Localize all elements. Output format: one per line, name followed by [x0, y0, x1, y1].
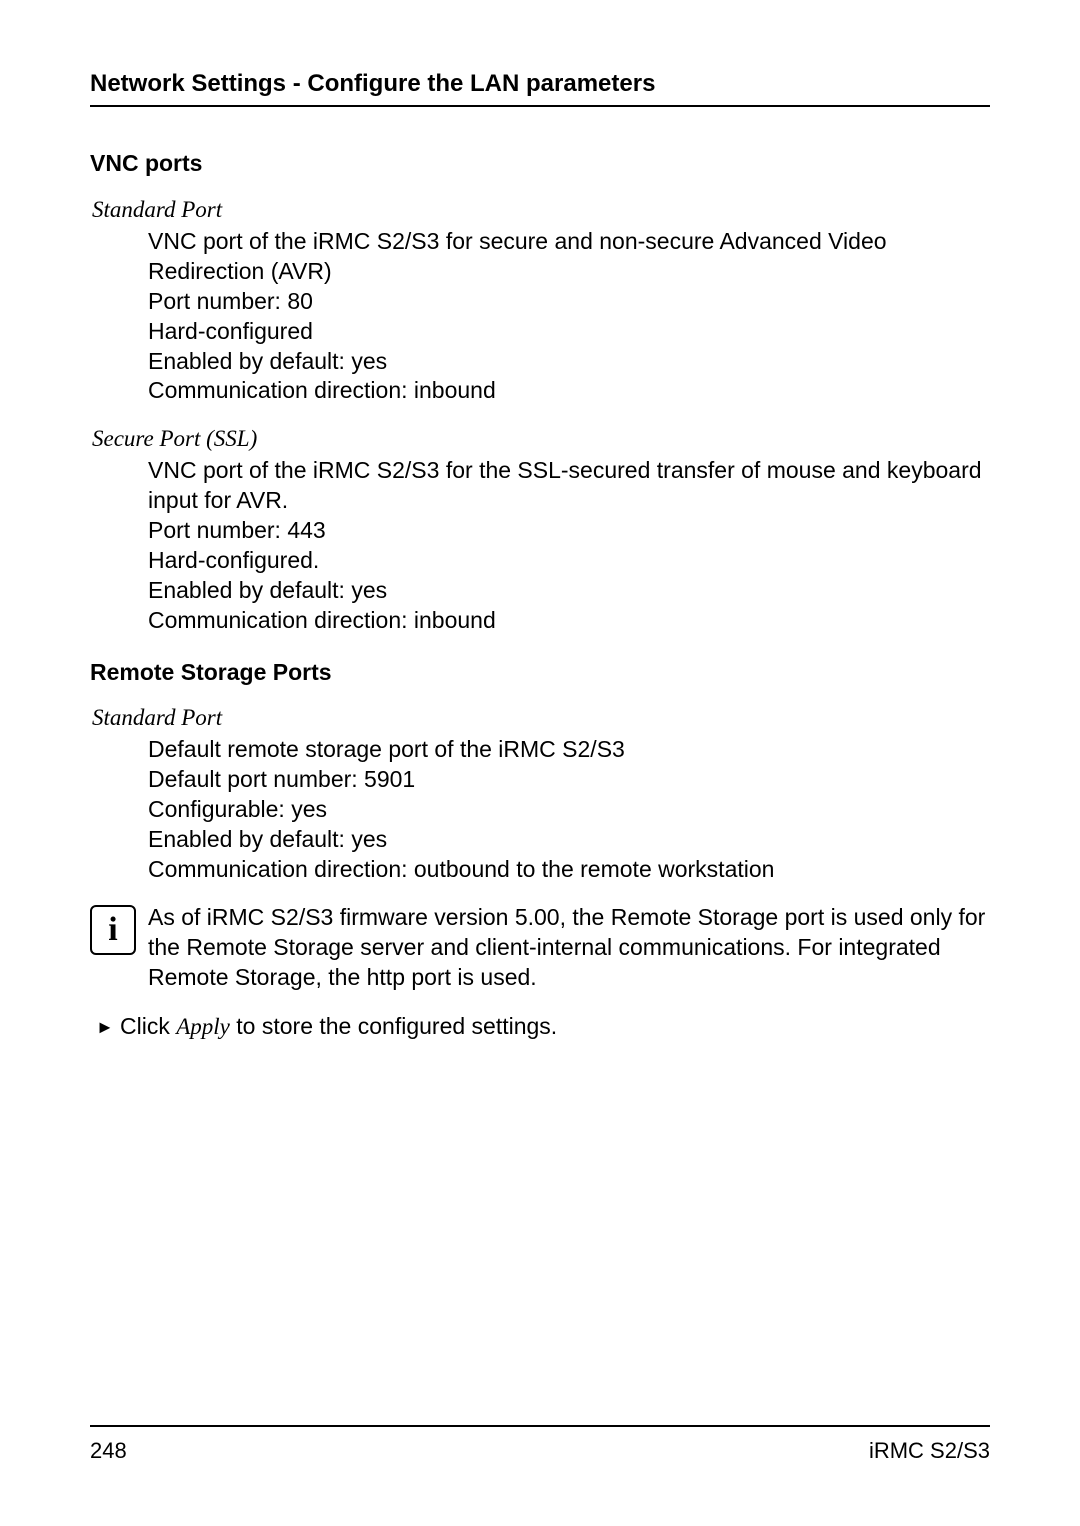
vnc-secure-line5: Communication direction: inbound — [148, 606, 990, 636]
def-vnc-standard: VNC port of the iRMC S2/S3 for secure an… — [148, 227, 990, 406]
remote-standard-line3: Configurable: yes — [148, 795, 990, 825]
remote-standard-line4: Enabled by default: yes — [148, 825, 990, 855]
def-vnc-secure: VNC port of the iRMC S2/S3 for the SSL-s… — [148, 456, 990, 635]
vnc-standard-line1: VNC port of the iRMC S2/S3 for secure an… — [148, 227, 990, 287]
info-note-text: As of iRMC S2/S3 firmware version 5.00, … — [148, 903, 990, 993]
info-note: i As of iRMC S2/S3 firmware version 5.00… — [90, 903, 990, 993]
section-title-remote: Remote Storage Ports — [90, 658, 990, 688]
vnc-secure-line3: Hard-configured. — [148, 546, 990, 576]
vnc-standard-line5: Communication direction: inbound — [148, 376, 990, 406]
footer-divider — [90, 1425, 990, 1427]
section-title-vnc: VNC ports — [90, 149, 990, 179]
remote-standard-line5: Communication direction: outbound to the… — [148, 855, 990, 885]
action-text: Click Apply to store the configured sett… — [120, 1012, 990, 1042]
term-remote-standard: Standard Port — [92, 703, 990, 733]
footer-page-number: 248 — [90, 1437, 127, 1466]
vnc-standard-line3: Hard-configured — [148, 317, 990, 347]
remote-standard-line2: Default port number: 5901 — [148, 765, 990, 795]
header-divider — [90, 105, 990, 107]
action-suffix: to store the configured settings. — [230, 1013, 557, 1039]
vnc-standard-line2: Port number: 80 — [148, 287, 990, 317]
page-header-title: Network Settings - Configure the LAN par… — [90, 68, 990, 99]
action-apply-word: Apply — [176, 1014, 230, 1039]
vnc-secure-line4: Enabled by default: yes — [148, 576, 990, 606]
term-vnc-standard: Standard Port — [92, 195, 990, 225]
vnc-standard-line4: Enabled by default: yes — [148, 347, 990, 377]
footer-doc-name: iRMC S2/S3 — [869, 1437, 990, 1466]
action-step: ► Click Apply to store the configured se… — [90, 1012, 990, 1042]
vnc-secure-line1: VNC port of the iRMC S2/S3 for the SSL-s… — [148, 456, 990, 516]
action-prefix: Click — [120, 1013, 176, 1039]
vnc-secure-line2: Port number: 443 — [148, 516, 990, 546]
remote-standard-line1: Default remote storage port of the iRMC … — [148, 735, 990, 765]
term-vnc-secure: Secure Port (SSL) — [92, 424, 990, 454]
info-icon: i — [90, 905, 136, 955]
info-icon-glyph: i — [108, 913, 117, 947]
def-remote-standard: Default remote storage port of the iRMC … — [148, 735, 990, 884]
page-footer: 248 iRMC S2/S3 — [90, 1425, 990, 1466]
action-bullet-icon: ► — [90, 1012, 120, 1042]
